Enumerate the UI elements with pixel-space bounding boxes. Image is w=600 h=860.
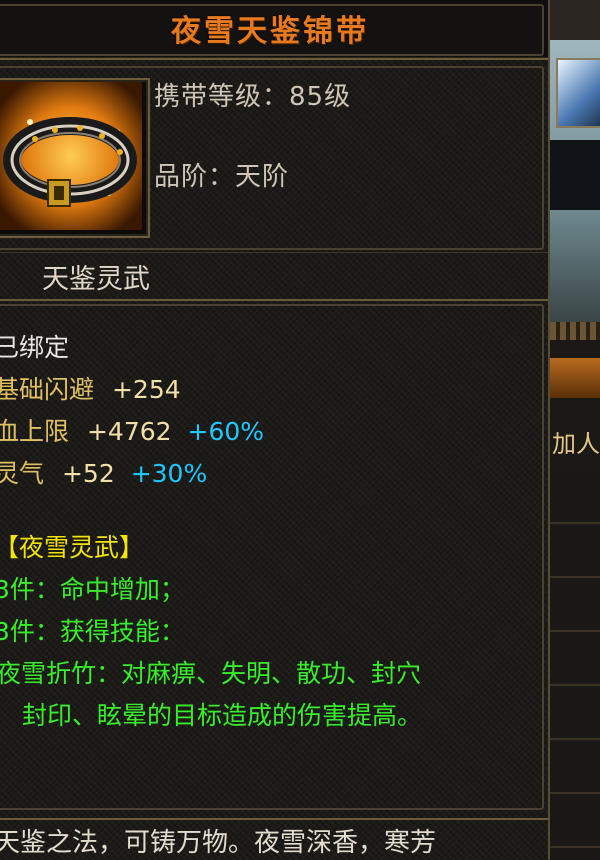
side-list[interactable] — [550, 470, 600, 860]
item-tooltip-panel: 夜雪天鉴锦带 携带等级：85级 品阶：天阶 天鉴灵武 已绑定 基础闪避 +254… — [0, 0, 548, 860]
item-grade: 品阶：天阶 — [154, 162, 290, 192]
set-title: 【夜雪灵武】 — [0, 533, 145, 562]
item-name: 夜雪天鉴锦带 — [171, 14, 369, 49]
series-label: 天鉴灵武 — [42, 264, 150, 295]
skill-slot[interactable] — [556, 58, 600, 128]
stat-label: 灵气 — [0, 459, 45, 488]
item-header: 携带等级：85级 品阶：天阶 — [0, 62, 548, 250]
side-label: 加人 — [552, 430, 600, 458]
item-icon-slot[interactable] — [0, 78, 150, 238]
stat-value: +254 — [111, 375, 181, 404]
bound-status: 已绑定 — [0, 333, 70, 362]
set-skill-line-2: 封印、眩晕的目标造成的伤害提高。 — [22, 701, 423, 730]
item-description: 天鉴之法，可铸万物。夜雪深香，寒芳 — [0, 828, 437, 858]
stat-label: 基础闪避 — [0, 375, 95, 404]
stat-row-spirit: 灵气 +52 +30% — [0, 454, 207, 490]
side-header — [550, 0, 600, 40]
side-character-shadow — [550, 140, 600, 210]
series-section: 天鉴灵武 — [0, 252, 548, 301]
side-ornament-band — [550, 322, 600, 340]
stat-label: 血上限 — [0, 417, 70, 446]
stats-area: 已绑定 基础闪避 +254 血上限 +4762 +60% 灵气 +52 +30%… — [0, 300, 548, 812]
stat-row-hp: 血上限 +4762 +60% — [0, 412, 264, 448]
side-panel: 加人 — [548, 0, 600, 860]
side-button[interactable] — [550, 358, 600, 398]
belt-icon — [0, 82, 142, 230]
stat-percent: +30% — [130, 459, 208, 488]
stat-value: +52 — [61, 459, 115, 488]
set-bonus-2: 3件：获得技能： — [0, 617, 185, 646]
set-skill-line-1: 夜雪折竹：对麻痹、失明、散功、封穴 — [0, 659, 422, 688]
set-bonus-1: 3件：命中增加； — [0, 575, 185, 604]
stat-percent: +60% — [187, 417, 265, 446]
stat-value: +4762 — [86, 417, 172, 446]
stat-row-dodge: 基础闪避 +254 — [0, 370, 181, 406]
title-bar: 夜雪天鉴锦带 — [0, 0, 548, 60]
carry-level: 携带等级：85级 — [154, 82, 352, 112]
